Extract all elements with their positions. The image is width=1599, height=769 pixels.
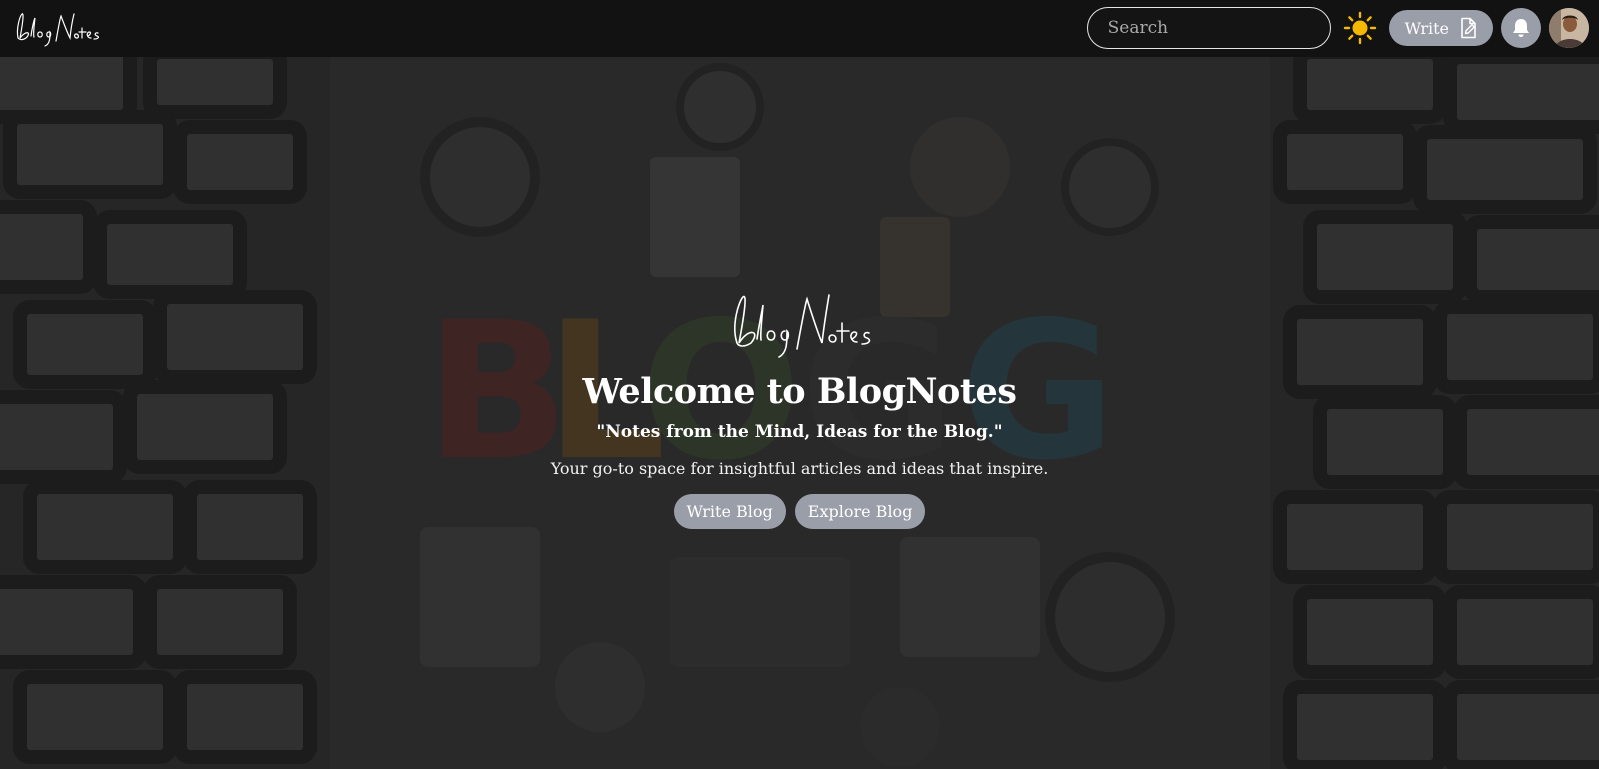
top-navbar: Write — [0, 0, 1599, 57]
notifications-button[interactable] — [1501, 8, 1541, 48]
blognotes-logo[interactable] — [12, 8, 102, 50]
edit-document-icon — [1461, 17, 1476, 39]
write-button-label: Write — [1404, 18, 1449, 38]
bell-icon — [1513, 19, 1529, 37]
search-input[interactable] — [1107, 18, 1328, 38]
explore-blog-button[interactable]: Explore Blog — [794, 494, 926, 529]
search-bar — [1086, 7, 1331, 49]
hero-tagline: "Notes from the Mind, Ideas for the Blog… — [596, 422, 1003, 442]
hero-section: B L O G G Welcome to BlogNotes "Notes fr… — [0, 57, 1599, 769]
hero-description: Your go-to space for insightful articles… — [550, 459, 1049, 478]
nav-actions: Write — [1086, 7, 1589, 49]
hero-title: Welcome to BlogNotes — [582, 371, 1017, 412]
hero-content: Welcome to BlogNotes "Notes from the Min… — [0, 287, 1599, 529]
write-blog-button[interactable]: Write Blog — [673, 494, 786, 529]
hero-buttons: Write Blog Explore Blog — [0, 494, 1599, 529]
sun-icon[interactable] — [1343, 11, 1377, 45]
write-button[interactable]: Write — [1388, 10, 1493, 46]
user-avatar-image — [1549, 8, 1589, 48]
hero-blognotes-logo — [733, 294, 870, 358]
avatar[interactable] — [1549, 8, 1589, 48]
